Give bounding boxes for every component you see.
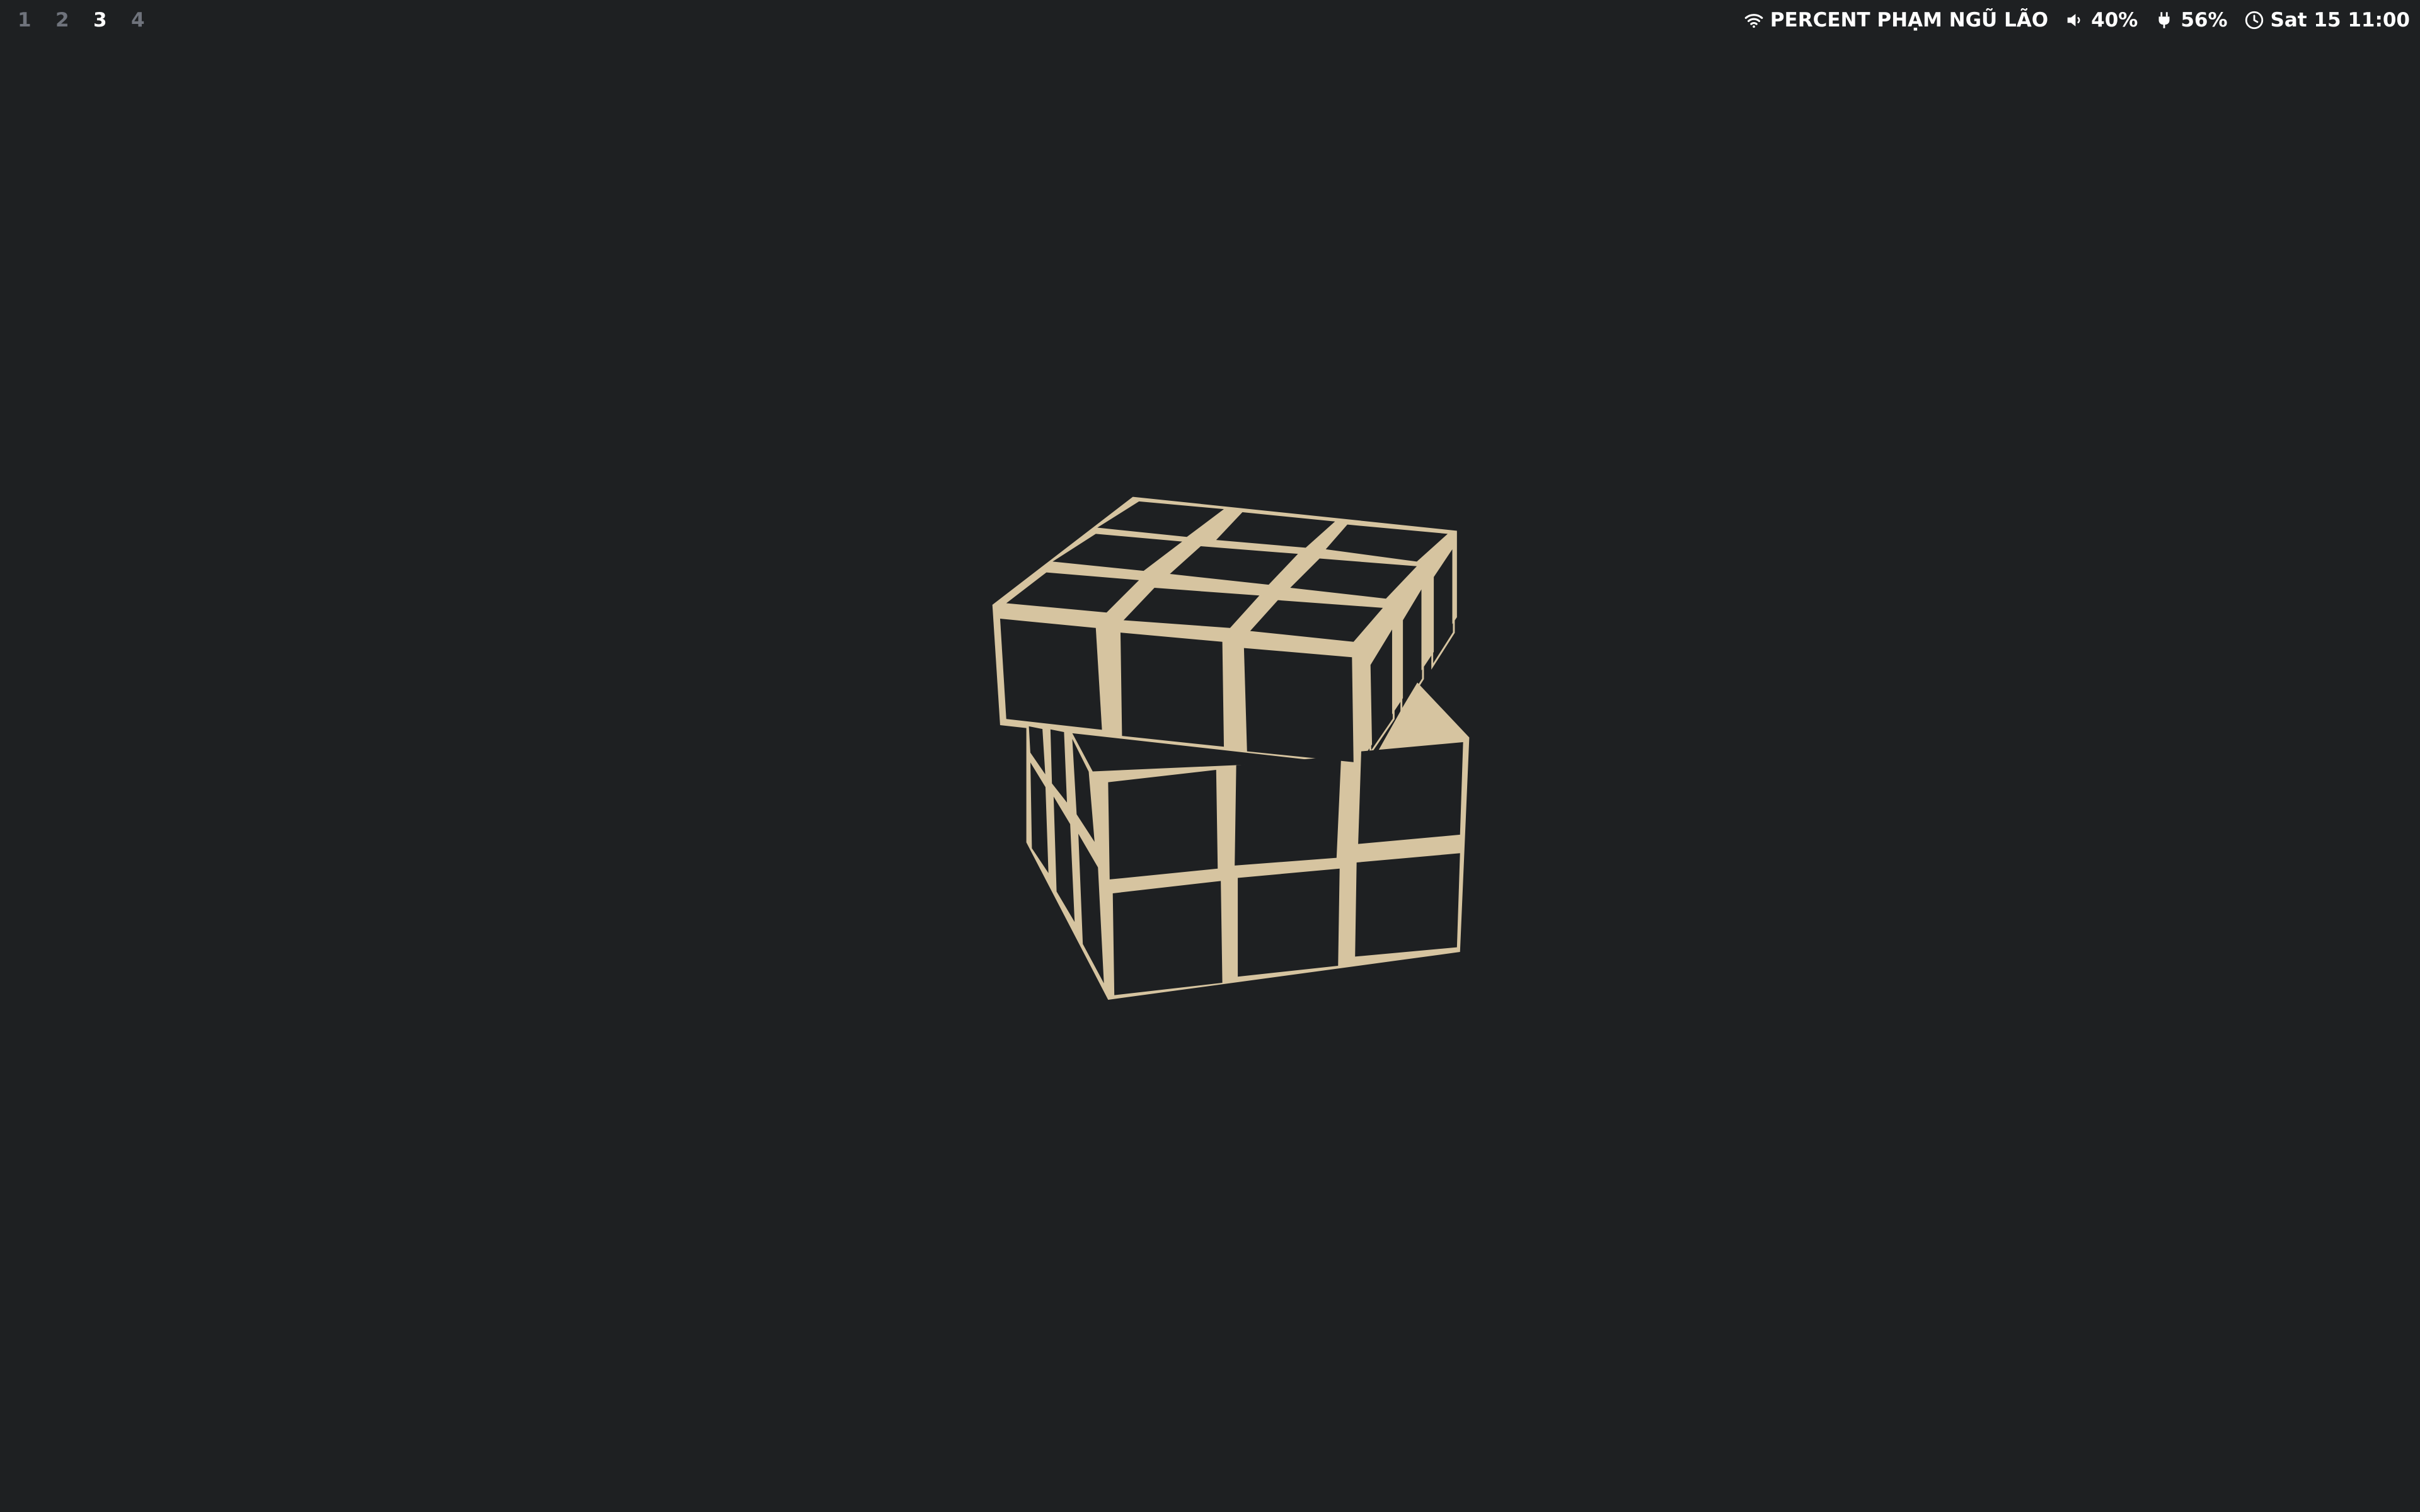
battery-status[interactable]: 56%: [2153, 9, 2228, 32]
workspace-2-button[interactable]: 2: [55, 9, 93, 32]
power-plug-icon: [2153, 9, 2175, 32]
desktop: 1 2 3 4 PERCENT PHẠM NGŨ LÃO 40% 56% Sat…: [0, 0, 2420, 1512]
clock-label: Sat 15 11:00: [2270, 9, 2410, 32]
volume-status[interactable]: 40%: [2063, 9, 2138, 32]
workspace-switcher: 1 2 3 4: [18, 0, 169, 40]
wallpaper-rubiks-cube: [992, 496, 1470, 1000]
wifi-icon: [1743, 9, 1765, 32]
wifi-status[interactable]: PERCENT PHẠM NGŨ LÃO: [1743, 9, 2048, 32]
top-bar: 1 2 3 4 PERCENT PHẠM NGŨ LÃO 40% 56% Sat…: [0, 0, 2420, 40]
workspace-1-button[interactable]: 1: [18, 9, 55, 32]
workspace-4-button[interactable]: 4: [131, 9, 169, 32]
rubiks-cube-illustration: [992, 496, 1470, 1000]
status-area: PERCENT PHẠM NGŨ LÃO 40% 56% Sat 15 11:0…: [1727, 0, 2410, 40]
wifi-network-label: PERCENT PHẠM NGŨ LÃO: [1770, 9, 2049, 32]
clock-status[interactable]: Sat 15 11:00: [2243, 9, 2410, 32]
workspace-3-button[interactable]: 3: [93, 9, 131, 32]
battery-level-label: 56%: [2181, 9, 2228, 32]
volume-icon: [2063, 9, 2086, 32]
volume-level-label: 40%: [2091, 9, 2138, 32]
clock-icon: [2243, 9, 2266, 32]
